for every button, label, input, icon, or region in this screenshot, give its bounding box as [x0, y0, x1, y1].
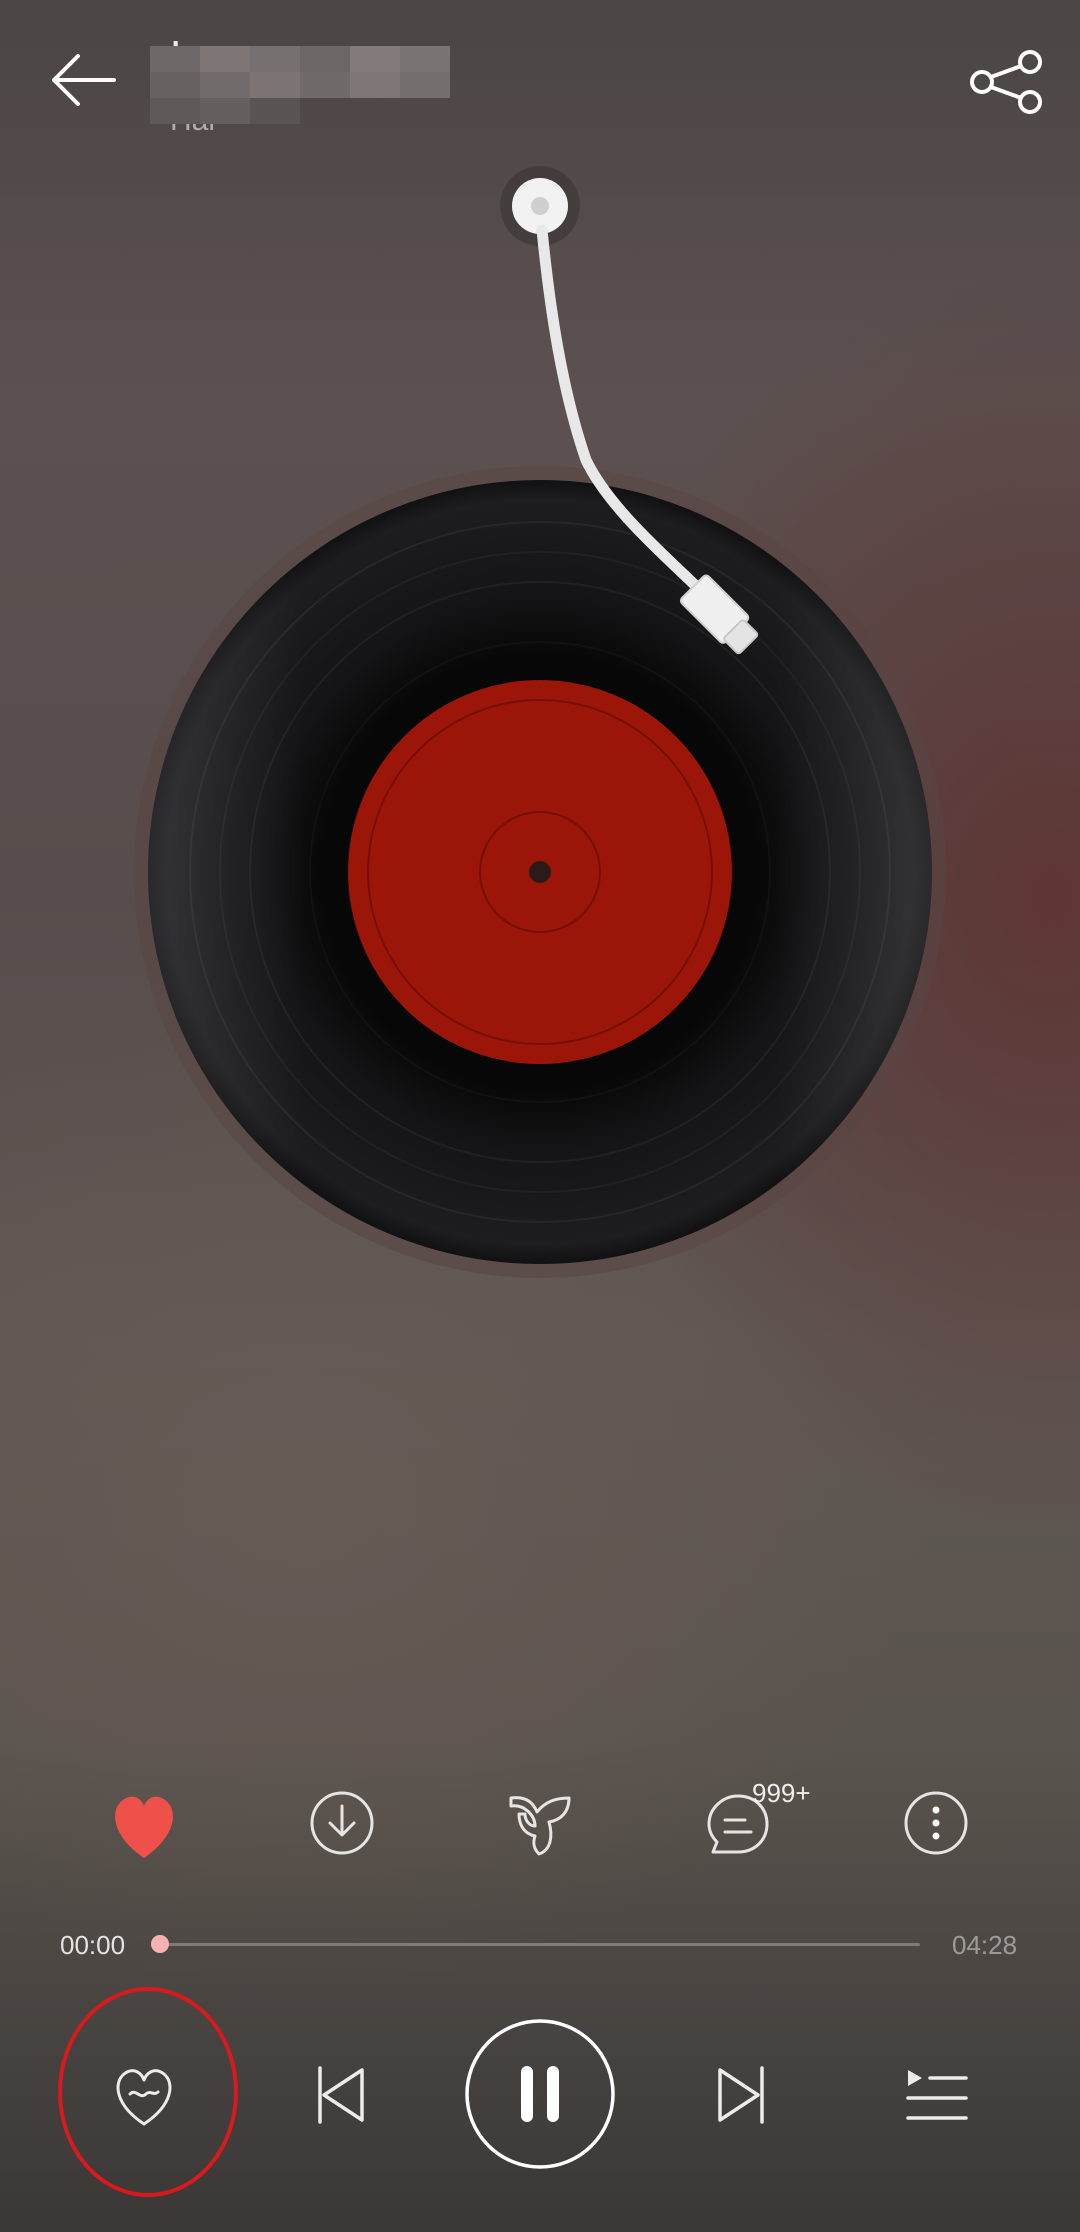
- song-info[interactable]: L Hai: [150, 26, 470, 137]
- more-button[interactable]: [881, 1768, 991, 1878]
- previous-track-button[interactable]: [280, 2040, 400, 2150]
- progress-slider[interactable]: [151, 1935, 920, 1953]
- playlist-button[interactable]: [876, 2040, 996, 2150]
- like-button[interactable]: [89, 1768, 199, 1878]
- share-button[interactable]: [960, 40, 1050, 130]
- current-time: 00:00: [60, 1930, 126, 1960]
- skip-next-icon: [718, 2066, 764, 2124]
- spindle-hole: [529, 861, 551, 883]
- total-time: 04:28: [952, 1930, 1018, 1960]
- arrow-left-icon: [52, 54, 116, 106]
- pause-button[interactable]: [464, 2018, 616, 2170]
- more-vertical-icon: [904, 1791, 968, 1855]
- skip-previous-icon: [318, 2066, 364, 2124]
- pause-icon: [465, 2019, 615, 2169]
- blurred-mosaic: [150, 46, 450, 124]
- progress-thumb[interactable]: [151, 1935, 169, 1953]
- heart-mode-icon: [116, 2069, 172, 2126]
- download-icon: [310, 1791, 374, 1855]
- sound-effect-icon: [509, 1796, 571, 1856]
- heart-mode-button[interactable]: [84, 2040, 204, 2150]
- download-button[interactable]: [287, 1768, 397, 1878]
- sound-effect-button[interactable]: [485, 1768, 595, 1878]
- heart-filled-icon: [115, 1796, 173, 1858]
- comment-count-badge: 999+: [752, 1778, 811, 1808]
- back-button[interactable]: [40, 40, 130, 130]
- share-icon: [970, 50, 1042, 114]
- next-track-button[interactable]: [682, 2040, 802, 2150]
- tonearm: [480, 160, 800, 680]
- playlist-icon: [906, 2070, 968, 2120]
